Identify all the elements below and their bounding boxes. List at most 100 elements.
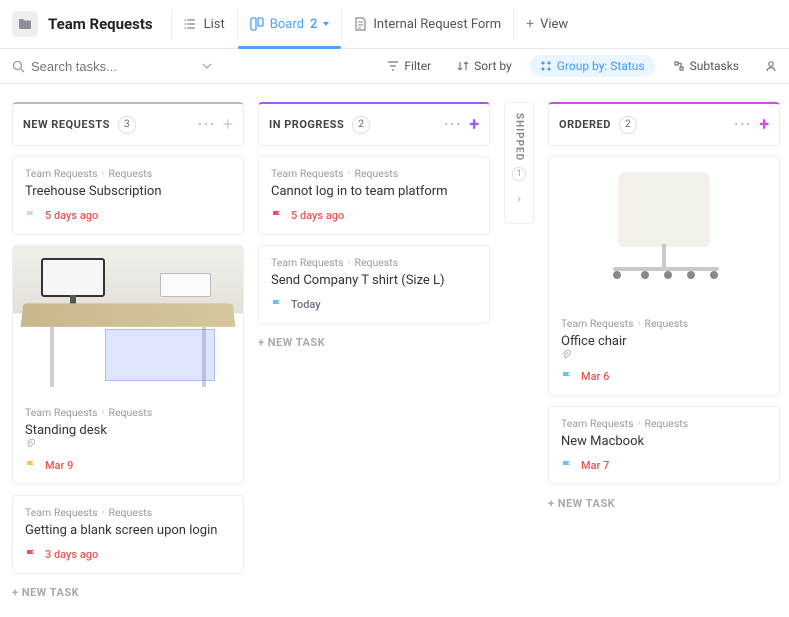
plus-icon: + — [526, 16, 534, 32]
card-title: Office chair — [561, 334, 767, 360]
count-badge: 3 — [118, 116, 136, 134]
card-title: Getting a blank screen upon login — [25, 523, 231, 538]
breadcrumb-child: Requests — [645, 317, 689, 330]
chevron-right-icon: › — [102, 168, 105, 179]
column-ordered: ORDERED 2 ⋯ + Team Requests › Requests O — [548, 102, 780, 599]
column-header-new-requests: NEW REQUESTS 3 ⋯ + — [12, 102, 244, 146]
breadcrumb-parent: Team Requests — [25, 167, 98, 180]
sort-button[interactable]: Sort by — [449, 55, 520, 77]
chevron-right-icon: › — [638, 318, 641, 329]
card-image-desk — [13, 246, 243, 396]
flag-icon — [25, 460, 37, 472]
count-badge: 2 — [619, 116, 637, 134]
breadcrumb: Team Requests › Requests — [25, 167, 231, 180]
view-tabs: List Board 2 Internal Request Form + Vie… — [171, 8, 581, 40]
column-header-ordered: ORDERED 2 ⋯ + — [548, 102, 780, 146]
column-shipped-collapsed[interactable]: SHIPPED 1 › — [504, 102, 534, 224]
tab-board[interactable]: Board 2 — [237, 9, 342, 40]
add-view-label: View — [540, 17, 568, 32]
card-date: Mar 9 — [45, 459, 73, 472]
card-blank-screen[interactable]: Team Requests › Requests Getting a blank… — [12, 495, 244, 574]
column-title: ORDERED — [559, 118, 611, 131]
filter-icon — [387, 60, 399, 72]
breadcrumb-child: Requests — [355, 256, 399, 269]
chevron-right-icon: › — [348, 257, 351, 268]
breadcrumb-child: Requests — [645, 417, 689, 430]
card-standing-desk[interactable]: Team Requests › Requests Standing desk M… — [12, 245, 244, 485]
chevron-right-icon: › — [102, 507, 105, 518]
list-icon — [184, 17, 198, 31]
card-image-chair — [549, 157, 779, 307]
tab-board-count: 2 — [310, 17, 317, 32]
card-date: 5 days ago — [291, 209, 344, 222]
tab-form[interactable]: Internal Request Form — [341, 9, 513, 40]
tab-form-label: Internal Request Form — [373, 17, 501, 32]
breadcrumb: Team Requests › Requests — [271, 256, 477, 269]
breadcrumb: Team Requests › Requests — [271, 167, 477, 180]
group-by-button[interactable]: Group by: Status — [530, 55, 655, 77]
filter-button[interactable]: Filter — [379, 55, 439, 77]
card-title: New Macbook — [561, 434, 767, 449]
card-date: 5 days ago — [45, 209, 98, 222]
chevron-right-icon: › — [102, 407, 105, 418]
count-badge: 1 — [512, 167, 526, 181]
card-title: Standing desk — [25, 423, 231, 449]
tab-list[interactable]: List — [171, 9, 237, 40]
card-date: Mar 7 — [581, 459, 609, 472]
card-date: 3 days ago — [45, 548, 98, 561]
search-icon — [12, 60, 25, 73]
card-title: Treehouse Subscription — [25, 184, 231, 199]
group-icon — [540, 60, 552, 72]
add-card-button[interactable]: + — [759, 114, 769, 135]
more-icon[interactable]: ⋯ — [197, 114, 215, 135]
flag-icon — [561, 371, 573, 383]
chevron-right-icon: › — [638, 418, 641, 429]
folder-icon — [12, 11, 38, 37]
caret-down-icon — [323, 22, 329, 26]
breadcrumb-parent: Team Requests — [271, 167, 344, 180]
more-icon[interactable]: ⋯ — [733, 114, 751, 135]
flag-icon — [25, 549, 37, 561]
card-date: Today — [291, 298, 321, 311]
card-cannot-login[interactable]: Team Requests › Requests Cannot log in t… — [258, 156, 490, 235]
card-treehouse[interactable]: Team Requests › Requests Treehouse Subsc… — [12, 156, 244, 235]
more-icon[interactable]: ⋯ — [443, 114, 461, 135]
chevron-down-icon[interactable] — [202, 63, 212, 69]
filter-label: Filter — [404, 59, 431, 73]
add-card-button[interactable]: + — [469, 114, 479, 135]
card-new-macbook[interactable]: Team Requests › Requests New Macbook Mar… — [548, 406, 780, 485]
card-title: Cannot log in to team platform — [271, 184, 477, 199]
board-icon — [250, 17, 264, 31]
flag-icon — [271, 210, 283, 222]
column-title: SHIPPED — [514, 113, 525, 161]
page-header: Team Requests List Board 2 Internal Requ… — [0, 0, 789, 49]
column-title: IN PROGRESS — [269, 118, 344, 131]
breadcrumb-parent: Team Requests — [25, 406, 98, 419]
new-task-button[interactable]: + NEW TASK — [548, 497, 780, 510]
group-by-label: Group by: Status — [557, 59, 645, 73]
tab-board-label: Board — [270, 17, 304, 32]
page-title: Team Requests — [48, 15, 153, 33]
breadcrumb-parent: Team Requests — [271, 256, 344, 269]
add-view-button[interactable]: + View — [513, 8, 580, 40]
breadcrumb-parent: Team Requests — [561, 317, 634, 330]
attachment-icon — [25, 438, 231, 449]
new-task-button[interactable]: + NEW TASK — [12, 586, 244, 599]
card-tshirt[interactable]: Team Requests › Requests Send Company T … — [258, 245, 490, 324]
breadcrumb: Team Requests › Requests — [25, 406, 231, 419]
card-title-text: Standing desk — [25, 423, 107, 438]
card-office-chair[interactable]: Team Requests › Requests Office chair Ma… — [548, 156, 780, 396]
breadcrumb-parent: Team Requests — [25, 506, 98, 519]
add-card-button[interactable]: + — [223, 114, 233, 135]
flag-icon — [561, 460, 573, 472]
search-input[interactable] — [31, 59, 171, 74]
subtasks-button[interactable]: Subtasks — [665, 55, 747, 77]
attachment-icon — [561, 349, 767, 360]
sort-label: Sort by — [474, 59, 512, 73]
breadcrumb-parent: Team Requests — [561, 417, 634, 430]
card-title: Send Company T shirt (Size L) — [271, 273, 477, 288]
toolbar: Filter Sort by Group by: Status Subtasks — [0, 49, 789, 84]
people-button[interactable] — [757, 56, 777, 76]
new-task-button[interactable]: + NEW TASK — [258, 336, 490, 349]
breadcrumb-child: Requests — [109, 506, 153, 519]
